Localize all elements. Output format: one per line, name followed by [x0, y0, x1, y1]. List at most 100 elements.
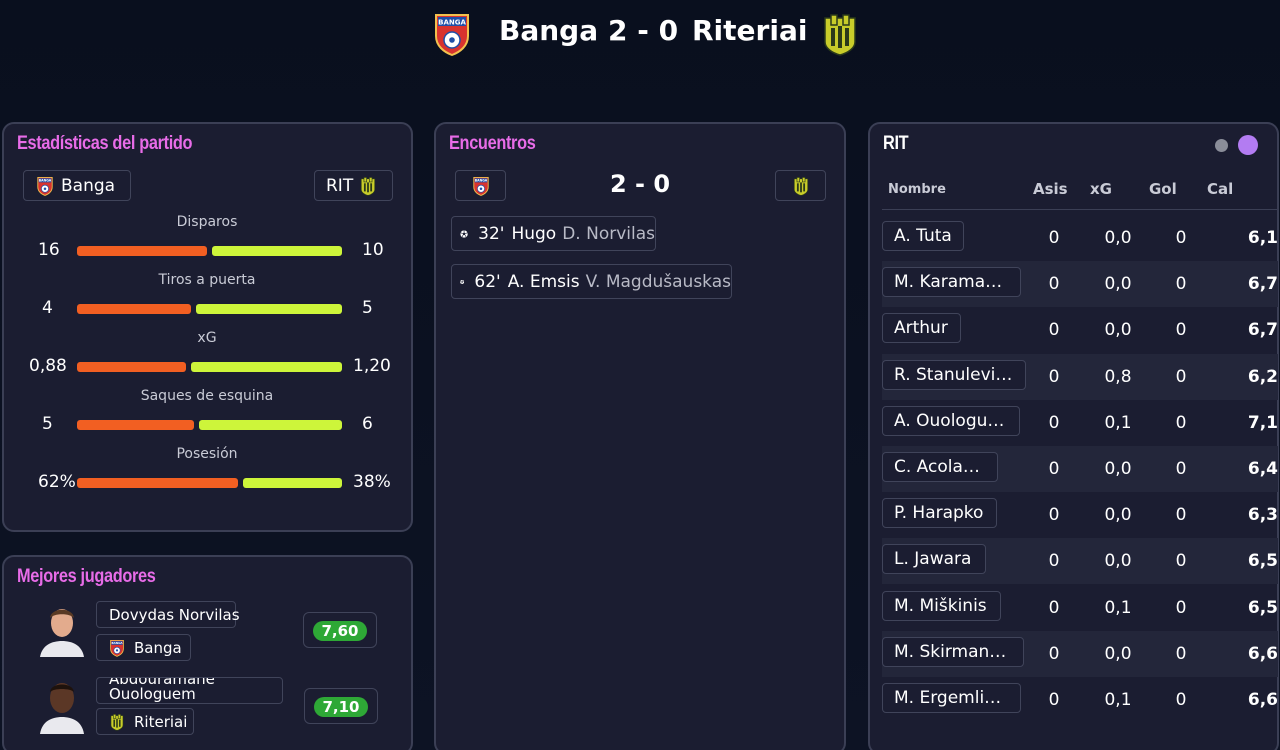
best-players-panel: Mejores jugadores Dovydas Norvilas Banga…: [2, 555, 413, 750]
player-assists: 0: [1048, 228, 1060, 248]
goal-scorer: A. Emsis: [507, 271, 580, 292]
player-row[interactable]: R. Stanulevičius 0 0,8 0 6,2: [882, 353, 1278, 400]
player-name-chip[interactable]: A. Tuta: [882, 221, 964, 251]
player-team-chip[interactable]: Banga: [96, 634, 191, 661]
player-xg: 0,0: [1104, 320, 1132, 341]
riteriai-crest-icon[interactable]: [820, 12, 860, 56]
player-goals: 0: [1175, 505, 1187, 526]
player-rating: 6,7: [1247, 320, 1278, 341]
player-assists: 0: [1048, 643, 1060, 664]
banga-crest-icon[interactable]: [432, 12, 472, 56]
goal-minute: 32': [478, 223, 505, 244]
player-rating: 6,5: [1247, 597, 1278, 618]
player-row[interactable]: M. Ergemlidze 0 0,1 0 6,6: [882, 677, 1278, 723]
header-divider: [882, 209, 1278, 210]
away-team-name[interactable]: Riteriai: [692, 14, 807, 47]
player-goals: 0: [1175, 690, 1187, 710]
away-team-chip[interactable]: [775, 170, 826, 201]
player-xg: 0,0: [1104, 643, 1132, 664]
player-assists: 0: [1048, 551, 1060, 572]
stat-away-value: 38%: [353, 472, 391, 492]
player-name: A. Ouologuem: [894, 410, 1008, 431]
player-name-chip[interactable]: P. Harapko: [882, 498, 997, 529]
player-xg: 0,0: [1104, 505, 1132, 526]
stat-home-value: 0,88: [29, 356, 67, 376]
banga-crest-icon: [36, 176, 54, 196]
player-name-chip[interactable]: C. Acolatse: [882, 452, 998, 482]
home-team-name[interactable]: Banga: [499, 14, 598, 47]
player-name: M. Skirmantas: [894, 641, 1012, 662]
stat-home-value: 16: [38, 240, 60, 260]
player-row[interactable]: M. Miškinis 0 0,1 0 6,5: [882, 585, 1278, 631]
player-goals: 0: [1175, 320, 1187, 341]
player-rating: 6,1: [1247, 228, 1278, 248]
player-photo-avatar: [40, 683, 84, 734]
stat-label: Posesión: [176, 446, 238, 462]
team-toggle-dot-inactive[interactable]: [1215, 139, 1228, 152]
player-rating-badge: 7,60: [303, 612, 377, 648]
banga-crest-icon: [109, 639, 125, 657]
goal-assist: V. Magdušauskas: [585, 271, 731, 292]
player-name-chip[interactable]: R. Stanulevičius: [882, 359, 1026, 390]
player-row[interactable]: A. Tuta 0 0,0 0 6,1: [882, 215, 1278, 261]
player-name: A. Tuta: [894, 226, 952, 246]
player-name: R. Stanulevičius: [894, 364, 1014, 385]
player-name-chip[interactable]: M. Skirmantas: [882, 636, 1024, 667]
player-name: M. Karamarko: [894, 272, 1009, 293]
player-assists: 0: [1048, 459, 1060, 479]
player-xg: 0,0: [1104, 274, 1132, 295]
stat-away-bar: [191, 362, 342, 372]
stat-label: xG: [197, 330, 217, 346]
player-name-chip[interactable]: M. Karamarko: [882, 267, 1021, 298]
panel-title: Encuentros: [449, 133, 536, 154]
riteriai-crest-icon: [359, 176, 377, 196]
col-header-xg[interactable]: xG: [1090, 180, 1112, 198]
player-row[interactable]: L. Jawara 0 0,0 0 6,5: [882, 538, 1278, 585]
player-name: Abdouramane Ouologuem: [96, 677, 283, 704]
goal-event[interactable]: 32' Hugo D. Norvilas: [451, 216, 656, 251]
player-row[interactable]: M. Karamarko 0 0,0 0 6,7: [882, 261, 1278, 308]
col-header-goals[interactable]: Gol: [1149, 180, 1177, 198]
stat-home-bar: [77, 362, 186, 372]
player-xg: 0,0: [1104, 228, 1132, 248]
col-header-name[interactable]: Nombre: [888, 182, 946, 197]
panel-title: RIT: [883, 133, 909, 154]
goal-minute: 62': [474, 271, 501, 292]
panel-title: Mejores jugadores: [17, 566, 156, 587]
stat-home-bar: [77, 304, 191, 314]
match-stats-panel: Estadísticas del partido Banga RIT Dispa…: [2, 122, 413, 532]
player-name-chip[interactable]: M. Ergemlidze: [882, 683, 1021, 713]
stat-away-value: 1,20: [353, 356, 391, 376]
player-xg: 0,0: [1104, 551, 1132, 572]
home-team-chip[interactable]: Banga: [23, 170, 131, 201]
player-row[interactable]: Arthur 0 0,0 0 6,7: [882, 307, 1278, 353]
player-rating: 6,4: [1247, 459, 1278, 479]
player-row[interactable]: P. Harapko 0 0,0 0 6,3: [882, 492, 1278, 538]
player-assists: 0: [1048, 412, 1060, 433]
player-name-chip[interactable]: L. Jawara: [882, 544, 986, 575]
player-team-chip[interactable]: Riteriai: [96, 708, 194, 735]
away-team-chip[interactable]: RIT: [314, 170, 393, 201]
player-assists: 0: [1048, 505, 1060, 526]
player-name: M. Ergemlidze: [894, 688, 1009, 708]
player-name-chip[interactable]: M. Miškinis: [882, 590, 1001, 621]
goal-assist: D. Norvilas: [562, 223, 655, 244]
events-panel: Encuentros 2 - 0 32' Hugo D. Norvilas 62…: [434, 122, 846, 750]
player-name-chip[interactable]: Arthur: [882, 313, 961, 344]
goal-event[interactable]: 62' A. Emsis V. Magdušauskas: [451, 264, 732, 299]
player-row[interactable]: A. Ouologuem 0 0,1 0 7,1: [882, 400, 1278, 446]
stat-home-value: 4: [42, 298, 53, 318]
player-name-chip[interactable]: A. Ouologuem: [882, 405, 1020, 436]
player-name: M. Miškinis: [894, 595, 987, 616]
player-xg: 0,8: [1104, 366, 1132, 387]
player-xg: 0,0: [1104, 459, 1132, 479]
player-assists: 0: [1048, 366, 1060, 387]
player-rating-badge: 7,10: [304, 688, 378, 724]
col-header-rating[interactable]: Cal: [1207, 180, 1233, 198]
player-goals: 0: [1175, 228, 1187, 248]
col-header-assists[interactable]: Asis: [1033, 180, 1068, 198]
player-row[interactable]: C. Acolatse 0 0,0 0 6,4: [882, 446, 1278, 492]
player-row[interactable]: M. Skirmantas 0 0,0 0 6,6: [882, 630, 1278, 677]
team-toggle-dot-active[interactable]: [1238, 135, 1258, 155]
player-goals: 0: [1175, 597, 1187, 618]
